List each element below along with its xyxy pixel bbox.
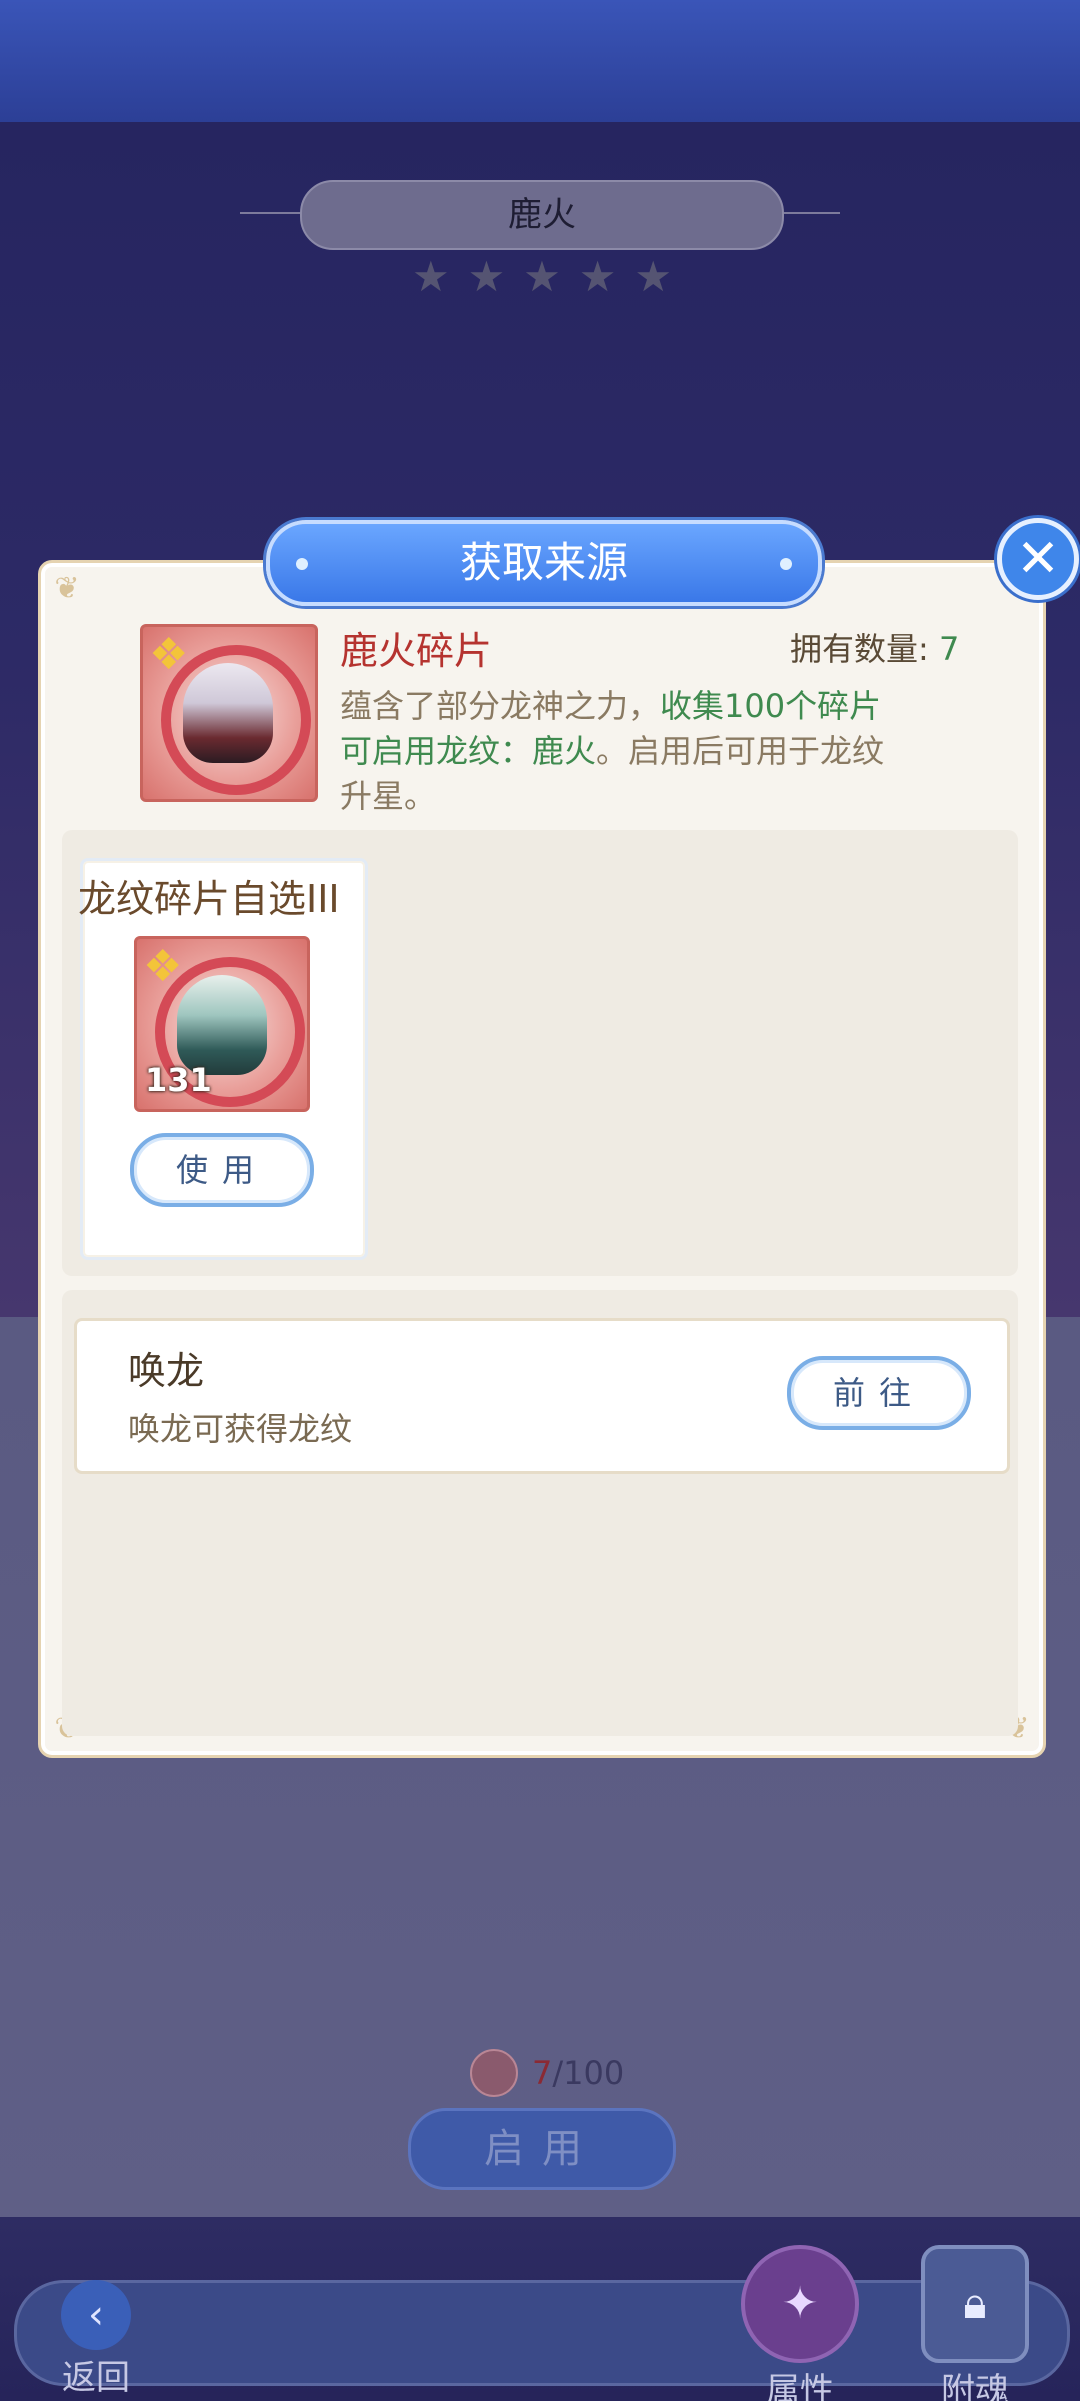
popup-title: 获取来源: [266, 520, 822, 606]
desc-highlight: 收集100个碎片: [660, 687, 882, 725]
owned-count: 拥有数量: 7: [790, 624, 959, 670]
lock-icon: 🔒︎: [921, 2245, 1029, 2363]
choice-pack-title: 龙纹碎片自选III: [78, 877, 340, 921]
title-dot-icon: [780, 558, 792, 570]
use-button[interactable]: 使用: [130, 1133, 314, 1207]
fragment-progress: 7/100: [470, 2048, 640, 2098]
go-button[interactable]: 前往: [787, 1356, 971, 1430]
attach-soul-label: 附魂: [941, 2371, 1009, 2401]
popup-title-text: 获取来源: [459, 538, 628, 587]
item-count-badge: 131: [145, 1061, 212, 1099]
desc-highlight: 可启用龙纹：: [340, 732, 533, 770]
star-icon: ★: [578, 252, 617, 301]
close-button[interactable]: ✕: [997, 518, 1079, 600]
route-description: 唤龙可获得龙纹: [128, 1410, 353, 1448]
character-name: 鹿火: [300, 180, 784, 250]
item-icon: ❖: [140, 624, 318, 802]
star-rating: ★ ★ ★ ★ ★: [412, 254, 672, 300]
character-portrait-icon: [183, 663, 273, 763]
back-label: 返回: [62, 2358, 130, 2398]
enable-button[interactable]: 启用: [408, 2108, 676, 2190]
attach-soul-button[interactable]: 🔒︎ 附魂: [900, 2245, 1050, 2401]
desc-text: 升星。: [340, 777, 437, 815]
attributes-label: 属性: [766, 2371, 834, 2401]
fragment-icon: [470, 2049, 518, 2097]
star-icon: ★: [523, 252, 561, 301]
desc-text: 蕴含了部分龙神之力，: [340, 687, 661, 725]
star-icon: ★: [467, 252, 506, 301]
choice-pack-icon[interactable]: ❖ 131: [134, 936, 310, 1112]
puzzle-piece-icon: ❖: [149, 629, 189, 680]
desc-text: 。启用后可用于龙纹: [596, 732, 885, 770]
character-portrait-icon: [177, 975, 267, 1075]
item-description: 蕴含了部分龙神之力，收集100个碎片 可启用龙纹：鹿火。启用后可用于龙纹 升星。: [340, 684, 940, 819]
item-name: 鹿火碎片: [340, 629, 493, 673]
puzzle-piece-icon: ❖: [143, 941, 183, 992]
star-icon: ★: [412, 252, 450, 301]
desc-highlight: 鹿火: [532, 732, 597, 770]
close-icon: ✕: [1016, 529, 1060, 589]
top-banner: [0, 0, 1080, 122]
owned-value: 7: [938, 630, 960, 668]
title-dot-icon: [296, 558, 308, 570]
owned-label: 拥有数量:: [790, 630, 929, 668]
fragment-total: /100: [552, 2054, 625, 2092]
back-arrow-icon: ‹: [61, 2280, 131, 2350]
route-title: 唤龙: [128, 1349, 205, 1393]
star-icon: ★: [634, 252, 672, 301]
attributes-button[interactable]: ✦ 属性: [710, 2245, 890, 2401]
back-button[interactable]: ‹ 返回: [36, 2280, 156, 2400]
corner-ornament-icon: ❦: [54, 571, 80, 606]
fragment-current: 7: [532, 2054, 553, 2092]
sparkle-icon: ✦: [741, 2245, 859, 2363]
